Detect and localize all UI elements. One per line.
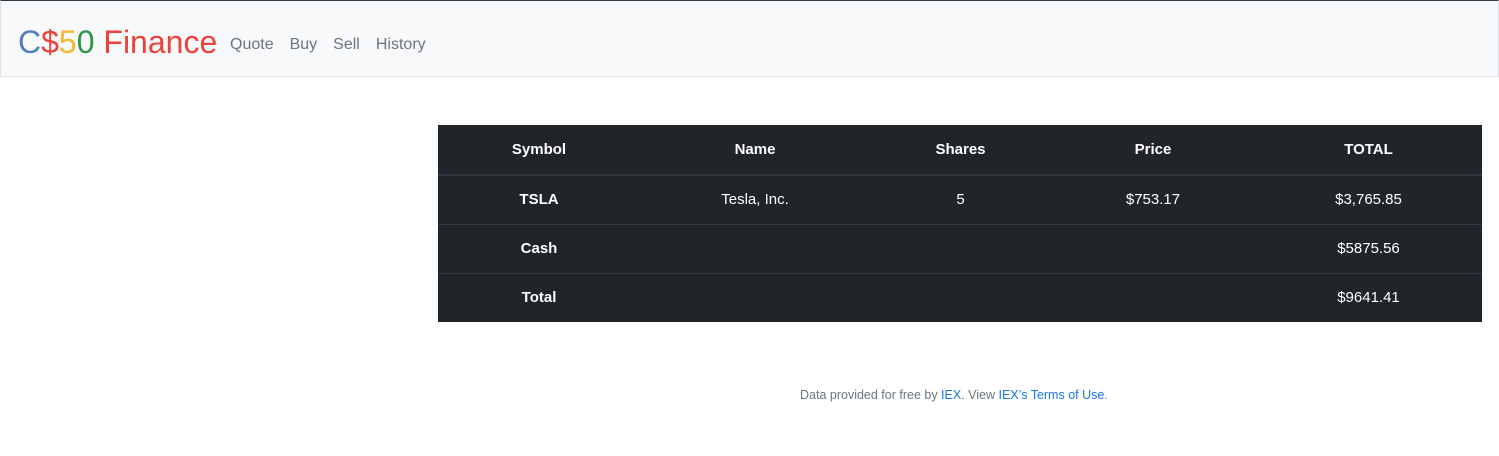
table-header-row: Symbol Name Shares Price TOTAL [438, 125, 1482, 176]
grand-empty-price [1051, 272, 1255, 322]
nav-link-sell[interactable]: Sell [333, 35, 360, 55]
terms-of-use-link[interactable]: IEX’s Terms of Use [999, 388, 1105, 402]
grand-total-value: $9641.41 [1255, 272, 1482, 322]
cash-row: Cash $5875.56 [438, 223, 1482, 273]
cash-total: $5875.56 [1255, 223, 1482, 273]
grand-total-label: Total [438, 272, 640, 322]
cash-empty-shares [870, 223, 1051, 273]
table-row: TSLA Tesla, Inc. 5 $753.17 $3,765.85 [438, 175, 1482, 224]
cell-symbol: TSLA [519, 191, 559, 209]
brand-word-finance: Finance [94, 24, 218, 60]
cash-empty-name [640, 223, 870, 273]
portfolio-table-container: Symbol Name Shares Price TOTAL TSLA Tesl… [438, 125, 1482, 322]
nav-link-buy[interactable]: Buy [290, 35, 318, 55]
nav-link-quote[interactable]: Quote [230, 35, 274, 55]
cell-price: $753.17 [1125, 191, 1181, 209]
cash-empty-price [1051, 223, 1255, 273]
iex-link[interactable]: IEX [941, 388, 961, 402]
cell-name: Tesla, Inc. [721, 191, 789, 209]
brand-letter-c: C [18, 24, 42, 60]
footer-prefix: Data provided for free by [800, 388, 942, 402]
brand-letter-dollar: $ [41, 24, 59, 60]
navbar: C$50 Finance Quote Buy Sell History [0, 0, 1499, 77]
header-price: Price [1051, 125, 1255, 176]
nav-links: Quote Buy Sell History [230, 35, 442, 55]
footer-middle: . View [961, 388, 999, 402]
brand-letter-zero: 0 [76, 24, 95, 60]
grand-total-row: Total $9641.41 [438, 272, 1482, 322]
nav-link-history[interactable]: History [376, 35, 426, 55]
header-shares: Shares [870, 125, 1051, 176]
header-total: TOTAL [1255, 125, 1482, 176]
header-symbol: Symbol [438, 125, 640, 176]
grand-empty-shares [870, 272, 1051, 322]
portfolio-table: Symbol Name Shares Price TOTAL TSLA Tesl… [438, 125, 1482, 322]
cell-shares: 5 [956, 191, 965, 209]
grand-empty-name [640, 272, 870, 322]
brand-letter-five: 5 [58, 24, 77, 60]
footer-suffix: . [1104, 388, 1108, 402]
header-name: Name [640, 125, 870, 176]
brand-logo-link[interactable]: C$50 Finance [18, 23, 217, 61]
cell-total: $3,765.85 [1335, 191, 1402, 209]
cash-label: Cash [438, 223, 640, 273]
footer: Data provided for free by IEX. View IEX’… [0, 388, 1499, 402]
